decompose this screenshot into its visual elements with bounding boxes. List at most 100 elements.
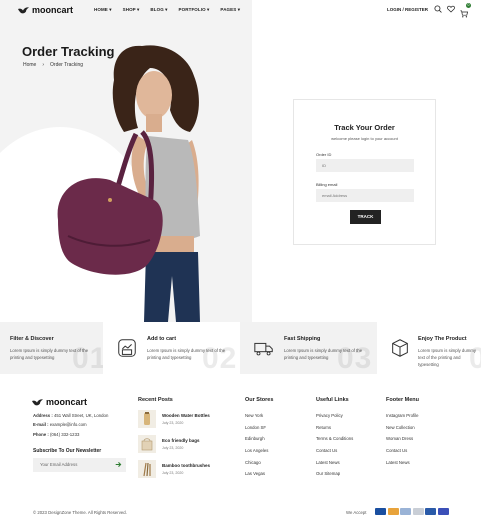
arrow-right-icon[interactable] (115, 461, 122, 468)
recent-post[interactable]: Bamboo toothbrushes July 23, 2020 (138, 460, 248, 478)
post-title: Bamboo toothbrushes (162, 463, 210, 468)
feature-fast-shipping: Fast Shipping Lorem Ipsum is simply dumm… (240, 322, 377, 374)
useful-link[interactable]: Terms & Conditions (316, 436, 353, 441)
store-link[interactable]: New York (245, 413, 263, 418)
we-accept-label: We Accept (346, 510, 367, 515)
logo[interactable]: mooncart (18, 5, 73, 15)
post-thumbnail (138, 435, 156, 453)
useful-links-title: Useful Links (316, 397, 349, 403)
newsletter-placeholder: Your Email Address (40, 462, 78, 467)
breadcrumb: Home › Order Tracking (23, 62, 83, 68)
recent-post[interactable]: Wooden Water Bottles July 23, 2020 (138, 410, 248, 428)
our-stores-title: Our Stores (245, 397, 274, 403)
footer-logo-text: mooncart (46, 397, 88, 407)
footer-menu-link[interactable]: Contact Us (386, 448, 407, 453)
feature-title: Filter & Discover (10, 336, 54, 342)
track-subtitle: welcome please login to your account (331, 136, 398, 141)
maestro-card-icon (437, 508, 449, 515)
bird-logo-icon (18, 6, 29, 13)
visa-card-icon (375, 508, 386, 515)
track-button[interactable]: TRACK (350, 210, 381, 224)
breadcrumb-home-link[interactable]: Home (23, 62, 36, 68)
post-date: July 23, 2020 (162, 446, 184, 450)
footer-menu-link[interactable]: Latest News (386, 460, 410, 465)
cart-icon (460, 10, 469, 18)
heart-icon[interactable] (447, 5, 455, 13)
hero-model-image (57, 45, 200, 322)
page-title: Order Tracking (22, 44, 115, 59)
chevron-right-icon: › (42, 62, 45, 68)
header-icons: 0 (434, 3, 471, 18)
amex-card-icon (425, 508, 436, 515)
logo-text: mooncart (32, 5, 74, 15)
footer-email: E-mail : example@info.com (33, 422, 87, 427)
footer-menu-link[interactable]: New Collection (386, 425, 415, 430)
order-id-input[interactable] (316, 159, 414, 172)
nav-pages[interactable]: PAGES ▾ (220, 7, 240, 13)
useful-link[interactable]: Contact Us (316, 448, 337, 453)
post-title: Eco friendly bags (162, 438, 200, 443)
store-link[interactable]: Chicago (245, 460, 261, 465)
post-date: July 23, 2020 (162, 421, 184, 425)
copyright-text: © 2023 DesignZone Theme. All Rights Rese… (33, 510, 127, 515)
site-header: mooncart HOME ▾ SHOP ▾ BLOG ▾ PORTFOLIO … (0, 0, 481, 20)
post-thumbnail (138, 410, 156, 428)
bird-logo-icon (32, 398, 43, 405)
store-link[interactable]: Edinburgh (245, 436, 265, 441)
store-link[interactable]: Las Vegas (245, 471, 265, 476)
features-strip: Filter & Discover Lorem Ipsum is simply … (0, 322, 481, 374)
nav-home[interactable]: HOME ▾ (94, 7, 112, 13)
footer-menu-title: Footer Menu (386, 397, 419, 403)
useful-link[interactable]: Returns (316, 425, 331, 430)
recent-posts-title: Recent Posts (138, 397, 173, 403)
footer-menu-link[interactable]: Instagram Profile (386, 413, 418, 418)
feature-number: 04 (469, 342, 481, 374)
feature-filter: Filter & Discover Lorem Ipsum is simply … (0, 322, 103, 374)
box-icon (392, 339, 408, 357)
login-register-link[interactable]: LOGIN / REGISTER (387, 7, 428, 12)
newsletter-input[interactable]: Your Email Address (33, 458, 126, 472)
search-icon[interactable] (434, 5, 442, 13)
breadcrumb-current: Order Tracking (50, 62, 84, 68)
nav-blog[interactable]: BLOG ▾ (150, 7, 167, 13)
cart-button[interactable]: 0 (460, 3, 471, 18)
useful-link[interactable]: Our Sitemap (316, 471, 340, 476)
payment-cards (375, 508, 449, 515)
useful-link[interactable]: Latest News (316, 460, 340, 465)
feature-title: Add to cart (147, 336, 177, 342)
feature-enjoy-product: Enjoy The Product Lorem Ipsum is simply … (377, 322, 481, 374)
feature-number: 03 (337, 342, 373, 374)
post-thumbnail (138, 460, 156, 478)
post-title: Wooden Water Bottles (162, 413, 210, 418)
recent-post[interactable]: Eco friendly bags July 23, 2020 (138, 435, 248, 453)
track-order-card: Track Your Order welcome please login to… (293, 99, 436, 245)
nav-portfolio[interactable]: PORTFOLIO ▾ (179, 7, 210, 13)
feature-number: 01 (72, 342, 103, 374)
footer-address: Address : 451 Wall Street, UK, London (33, 413, 109, 418)
order-id-label: Order ID (316, 152, 332, 157)
store-link[interactable]: London SF (245, 425, 266, 430)
feature-title: Fast Shipping (284, 336, 321, 342)
footer-menu-link[interactable]: Woman Dress (386, 436, 413, 441)
track-title: Track Your Order (334, 123, 395, 132)
feature-title: Enjoy The Product (418, 336, 467, 342)
add-to-cart-icon (118, 339, 136, 357)
feature-add-to-cart: Add to cart Lorem Ipsum is simply dummy … (103, 322, 240, 374)
main-nav: HOME ▾ SHOP ▾ BLOG ▾ PORTFOLIO ▾ PAGES ▾ (94, 7, 240, 13)
footer-logo[interactable]: mooncart (32, 397, 87, 407)
mastercard-icon (387, 508, 399, 515)
newsletter-title: Subscribe To Our Newsletter (33, 448, 102, 454)
cart-count-badge: 0 (466, 3, 471, 8)
store-link[interactable]: Los Angeles (245, 448, 268, 453)
useful-link[interactable]: Privacy Policy (316, 413, 343, 418)
hero-banner: Order Tracking Home › Order Tracking (0, 0, 252, 322)
billing-email-label: Billing email (316, 182, 338, 187)
truck-icon (254, 342, 273, 356)
billing-email-input[interactable] (316, 189, 414, 202)
paypal-card-icon (400, 508, 411, 515)
site-footer: mooncart Address : 451 Wall Street, UK, … (0, 374, 481, 526)
footer-phone: Phone : (064) 332-1233 (33, 432, 80, 437)
nav-shop[interactable]: SHOP ▾ (123, 7, 140, 13)
feature-number: 02 (202, 342, 238, 374)
discover-card-icon (412, 508, 424, 515)
